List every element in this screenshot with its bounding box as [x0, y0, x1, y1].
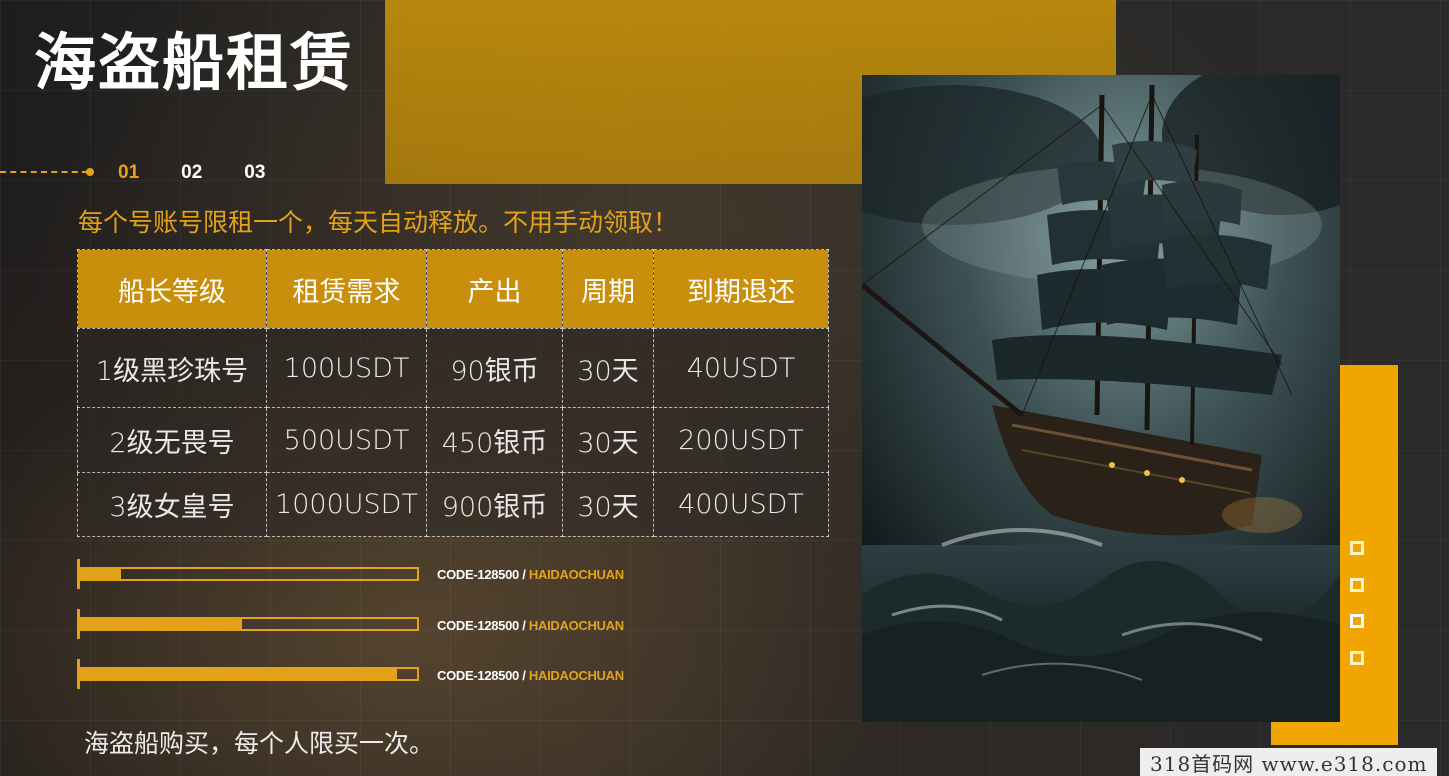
progress-fill: [81, 569, 122, 579]
table-cell: 1000USDT: [266, 472, 427, 537]
column-header-period: 周期: [562, 249, 654, 329]
square-outline-icon[interactable]: [1350, 651, 1364, 665]
table-cell: 400USDT: [653, 472, 829, 537]
table-cell: 100USDT: [266, 328, 427, 408]
pirate-ship-illustration: [862, 75, 1340, 722]
table-cell: 3级女皇号: [77, 472, 267, 537]
progress-code-1: CODE-128500 / HAIDAOCHUAN: [437, 567, 624, 582]
subtitle: 每个号账号限租一个，每天自动释放。不用手动领取！: [78, 208, 679, 237]
code-tag: HAIDAOCHUAN: [528, 618, 624, 633]
table-cell: 90银币: [426, 328, 563, 408]
step-dot-icon: [86, 168, 94, 176]
step-indicator: 01 02 03: [118, 162, 265, 184]
page-title: 海盗船租赁: [34, 26, 355, 99]
code-tag: HAIDAOCHUAN: [528, 567, 624, 582]
progress-fill: [81, 619, 243, 629]
column-header-level: 船长等级: [77, 249, 267, 329]
step-2[interactable]: 02: [181, 162, 202, 184]
progress-bar-1: [77, 559, 422, 589]
rental-table: 船长等级 租赁需求 产出 周期 到期退还 1级黑珍珠号 100USDT 90银币…: [77, 249, 829, 537]
progress-track: [79, 667, 419, 681]
footer-note: 海盗船购买，每个人限买一次。: [84, 729, 435, 758]
column-header-refund: 到期退还: [653, 249, 829, 329]
table-cell: 30天: [562, 328, 654, 408]
square-outline-icon[interactable]: [1350, 578, 1364, 592]
step-3[interactable]: 03: [244, 162, 265, 184]
step-dashed-line: [0, 171, 88, 173]
table-cell: 450银币: [426, 407, 563, 473]
square-outline-icon-active[interactable]: [1350, 614, 1364, 628]
progress-bar-2: [77, 609, 422, 639]
column-header-requirement: 租赁需求: [266, 249, 427, 329]
table-row: 1级黑珍珠号 100USDT 90银币 30天 40USDT: [77, 328, 829, 408]
code-tag: HAIDAOCHUAN: [528, 668, 624, 683]
table-cell: 30天: [562, 472, 654, 537]
table-cell: 40USDT: [653, 328, 829, 408]
table-cell: 1级黑珍珠号: [77, 328, 267, 408]
watermark: 318首码网 www.e318.com: [1140, 748, 1438, 776]
progress-fill: [81, 669, 397, 679]
code-label: CODE-128500 /: [437, 668, 526, 683]
progress-bar-3: [77, 659, 422, 689]
table-cell: 500USDT: [266, 407, 427, 473]
progress-code-2: CODE-128500 / HAIDAOCHUAN: [437, 618, 624, 633]
table-row: 2级无畏号 500USDT 450银币 30天 200USDT: [77, 407, 829, 473]
table-cell: 900银币: [426, 472, 563, 537]
step-1[interactable]: 01: [118, 162, 139, 184]
code-label: CODE-128500 /: [437, 618, 526, 633]
table-cell: 200USDT: [653, 407, 829, 473]
table-row: 3级女皇号 1000USDT 900银币 30天 400USDT: [77, 472, 829, 537]
pirate-ship-image: [862, 75, 1340, 722]
progress-track: [79, 567, 419, 581]
table-cell: 2级无畏号: [77, 407, 267, 473]
column-header-output: 产出: [426, 249, 563, 329]
square-outline-icon[interactable]: [1350, 541, 1364, 555]
code-label: CODE-128500 /: [437, 567, 526, 582]
table-cell: 30天: [562, 407, 654, 473]
progress-track: [79, 617, 419, 631]
progress-code-3: CODE-128500 / HAIDAOCHUAN: [437, 668, 624, 683]
table-header-row: 船长等级 租赁需求 产出 周期 到期退还: [77, 249, 829, 329]
